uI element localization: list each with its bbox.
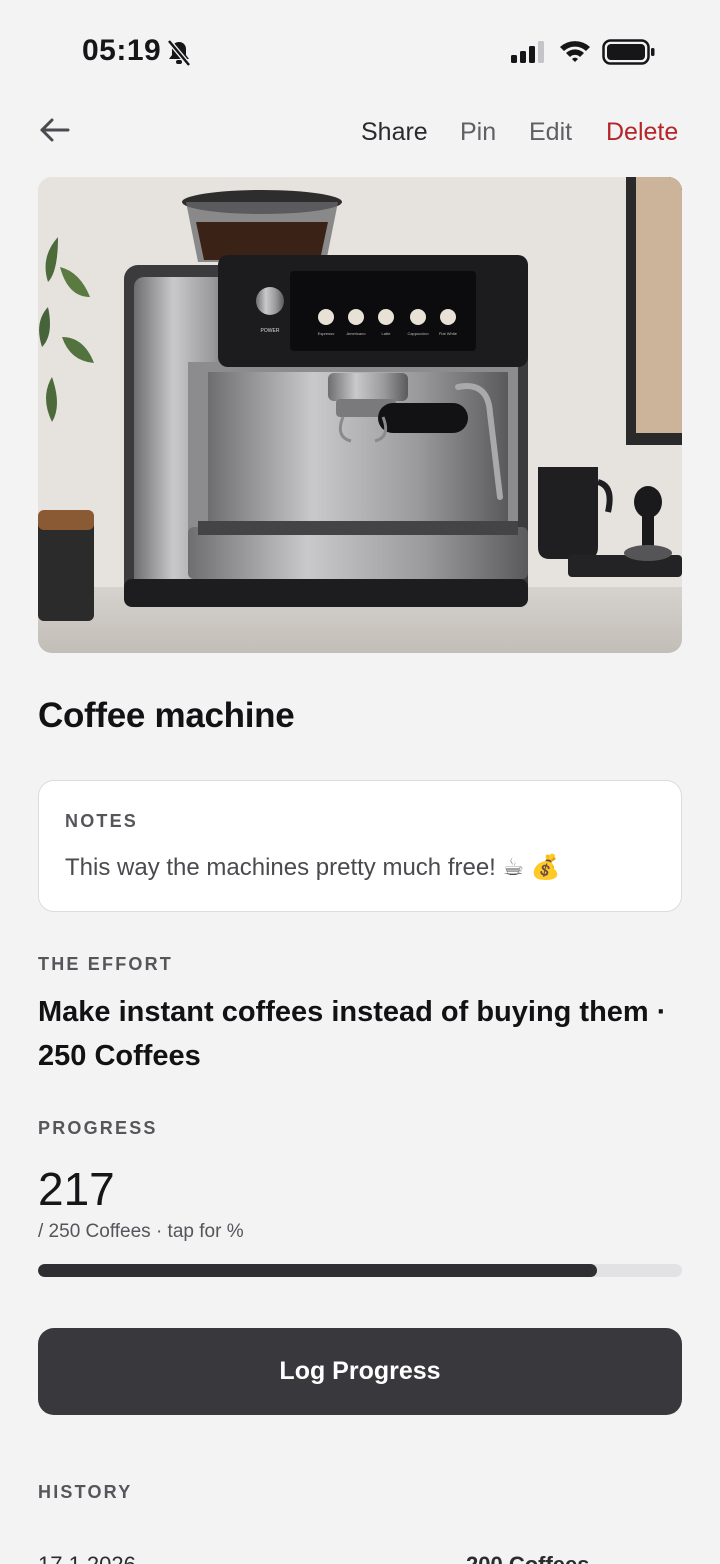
notes-label: NOTES [65,811,139,831]
history-date: 17.1.2026 [38,1552,136,1564]
coffee-machine-illustration: POWER Espresso Americano Latte Cappuccin… [38,177,682,653]
progress-bar [38,1264,682,1277]
back-arrow-icon[interactable] [36,112,76,148]
progress-label: PROGRESS [38,1118,158,1138]
history-amount: 200 Coffees [466,1552,590,1564]
effort-label: THE EFFORT [38,954,173,974]
item-title: Coffee machine [38,696,295,735]
edit-button[interactable]: Edit [529,118,572,147]
bell-muted-icon [167,39,191,67]
pin-button[interactable]: Pin [460,118,496,147]
notes-text: This way the machines pretty much free! … [65,854,561,881]
delete-button[interactable]: Delete [606,118,678,147]
screen-label-flat-white: Flat White [439,331,458,336]
share-button[interactable]: Share [361,118,428,147]
status-bar: 05:19 [0,0,720,100]
power-label: POWER [261,328,280,334]
notes-card: NOTES This way the machines pretty much … [38,780,682,912]
screen-label-americano: Americano [346,331,366,336]
screen-label-espresso: Espresso [318,331,335,336]
progress-subtext[interactable]: / 250 Coffees · tap for % [38,1221,244,1243]
item-photo: POWER Espresso Americano Latte Cappuccin… [38,177,682,653]
cellular-signal-icon [511,41,544,63]
screen-label-cappuccino: Cappuccino [407,331,429,336]
history-label: HISTORY [38,1482,133,1502]
wifi-icon [560,41,590,62]
effort-text: Make instant coffees instead of buying t… [38,996,667,1072]
screen-label-latte: Latte [382,331,392,336]
progress-value[interactable]: 217 [38,1162,115,1216]
log-progress-button[interactable]: Log Progress [38,1328,682,1415]
history-row[interactable]: 17.1.2026 200 Coffees [38,1552,682,1564]
battery-icon [602,39,655,65]
status-time: 05:19 [82,34,162,67]
progress-bar-fill [38,1264,597,1277]
